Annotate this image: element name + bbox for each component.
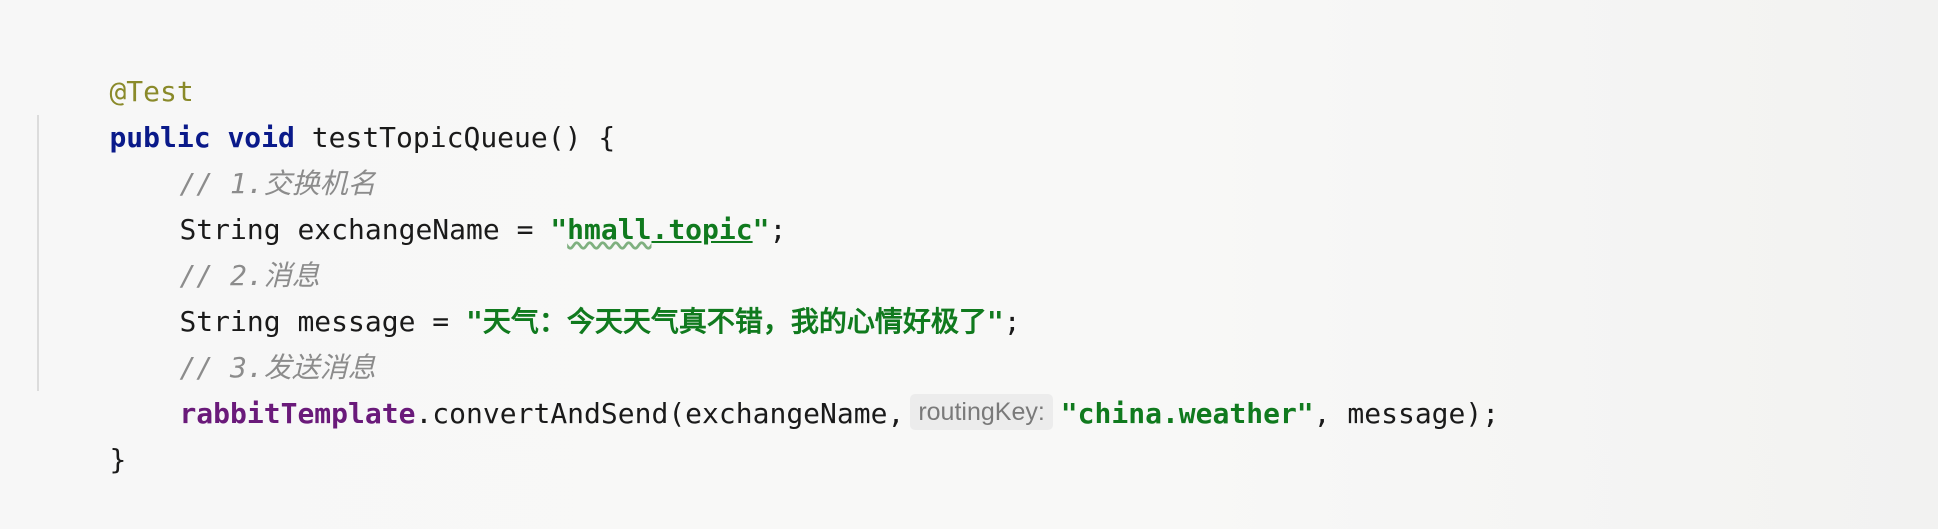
code-line-comment-1[interactable]: // 1.交换机名 (112, 115, 375, 200)
code-line-comment-3[interactable]: // 3.发送消息 (112, 299, 375, 384)
string-quote-close: " (752, 213, 770, 246)
string-value-hmall: hmall (567, 213, 652, 246)
semicolon: ; (1003, 305, 1021, 338)
string-quote-open: " (550, 213, 568, 246)
code-line-closing-brace[interactable]: } (42, 391, 126, 476)
message-string-value: "天气：今天天气真不错，我的心情好极了" (466, 305, 1004, 338)
closing-brace: } (109, 443, 127, 476)
code-line-send[interactable]: rabbitTemplate.convertAndSend(exchangeNa… (112, 345, 1499, 430)
string-value-topic: .topic (651, 213, 753, 246)
indent-guide (37, 115, 39, 391)
code-line-exchange[interactable]: String exchangeName = "hmall.topic"; (112, 161, 786, 246)
semicolon: ; (769, 213, 787, 246)
routing-key-value: "china.weather" (1060, 397, 1314, 430)
code-line-signature[interactable]: public void testTopicQueue() { (42, 69, 615, 154)
rabbit-template-field: rabbitTemplate (179, 397, 416, 430)
code-editor[interactable]: @Test public void testTopicQueue() { // … (0, 0, 1938, 476)
code-line-annotation[interactable]: @Test (42, 23, 193, 108)
code-line-message[interactable]: String message = "天气：今天天气真不错，我的心情好极了"; (112, 253, 1020, 338)
convert-and-send-call: .convertAndSend(exchangeName, (415, 397, 905, 430)
call-rest: , message); (1313, 397, 1500, 430)
code-line-comment-2[interactable]: // 2.消息 (112, 207, 319, 292)
routing-key-param-hint: routingKey: (910, 394, 1053, 430)
exchange-var-assign: exchangeName = (280, 213, 551, 246)
